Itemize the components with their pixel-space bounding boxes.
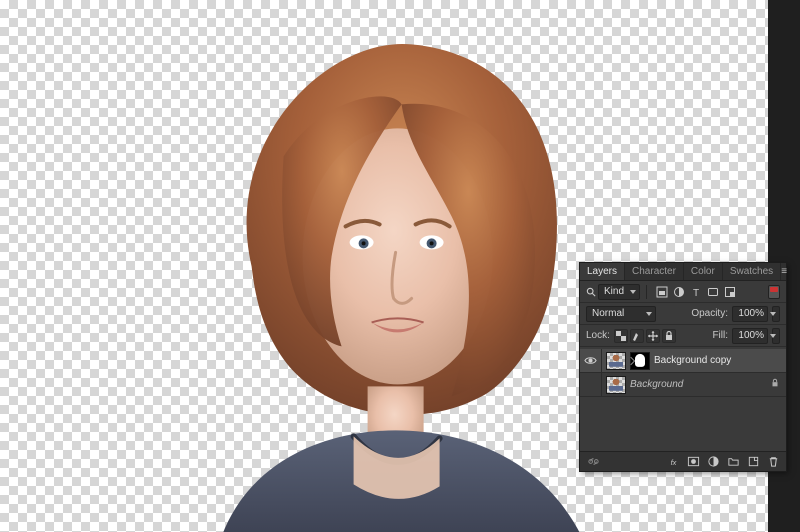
link-layers-icon[interactable]: [584, 454, 602, 470]
visibility-toggle[interactable]: [580, 373, 602, 397]
svg-text:T: T: [693, 288, 699, 298]
lock-icons: [614, 329, 676, 343]
lock-pixels-icon[interactable]: [630, 329, 644, 343]
search-icon: [586, 287, 596, 297]
filter-toggle-switch[interactable]: [768, 285, 780, 299]
panel-tabs: Layers Character Color Swatches ≡: [580, 263, 786, 281]
tab-swatches[interactable]: Swatches: [723, 263, 781, 280]
eye-icon: [584, 354, 597, 367]
layer-row[interactable]: Background copy: [580, 349, 786, 373]
blend-row: Normal Opacity: 100%: [580, 303, 786, 325]
lock-all-icon[interactable]: [662, 329, 676, 343]
lock-row: Lock: Fill: 100%: [580, 325, 786, 347]
blend-mode-select[interactable]: Normal: [586, 306, 656, 322]
lock-position-icon[interactable]: [646, 329, 660, 343]
layers-empty-area[interactable]: [580, 397, 786, 449]
tab-character[interactable]: Character: [625, 263, 684, 280]
add-mask-icon[interactable]: [684, 454, 702, 470]
svg-text:fx: fx: [670, 458, 676, 467]
layers-list: Background copy Background: [580, 347, 786, 451]
layer-name[interactable]: Background: [630, 379, 766, 390]
visibility-toggle[interactable]: [580, 349, 602, 373]
new-group-icon[interactable]: [724, 454, 742, 470]
lock-icon: [770, 378, 780, 391]
filter-shape-icon[interactable]: [706, 285, 720, 299]
tab-color[interactable]: Color: [684, 263, 723, 280]
tab-layers[interactable]: Layers: [580, 263, 625, 280]
layer-filter-row: Kind T: [580, 281, 786, 303]
fill-input[interactable]: 100%: [732, 328, 768, 344]
filter-pixel-icon[interactable]: [655, 285, 669, 299]
opacity-arrow[interactable]: [772, 306, 780, 322]
new-layer-icon[interactable]: [744, 454, 762, 470]
panel-footer: fx: [580, 451, 786, 471]
new-adjustment-icon[interactable]: [704, 454, 722, 470]
delete-layer-icon[interactable]: [764, 454, 782, 470]
filter-type-icons: T: [655, 285, 737, 299]
layer-row[interactable]: Background: [580, 373, 786, 397]
filter-adjust-icon[interactable]: [672, 285, 686, 299]
separator: [646, 285, 647, 299]
fx-icon[interactable]: fx: [664, 454, 682, 470]
app-stage: Layers Character Color Swatches ≡ Kind T: [0, 0, 800, 532]
fill-arrow[interactable]: [772, 328, 780, 344]
layer-thumbnail[interactable]: [606, 376, 626, 394]
lock-transparency-icon[interactable]: [614, 329, 628, 343]
panel-menu-button[interactable]: ≡: [781, 263, 787, 280]
opacity-label: Opacity:: [691, 308, 728, 319]
layers-panel: Layers Character Color Swatches ≡ Kind T: [580, 263, 786, 471]
filter-kind-select[interactable]: Kind: [598, 284, 640, 300]
layer-thumbnail[interactable]: [606, 352, 626, 370]
menu-icon: ≡: [781, 267, 787, 277]
layer-mask-thumbnail[interactable]: [630, 352, 650, 370]
layer-name[interactable]: Background copy: [654, 355, 780, 366]
filter-type-icon[interactable]: T: [689, 285, 703, 299]
filter-smart-icon[interactable]: [723, 285, 737, 299]
opacity-input[interactable]: 100%: [732, 306, 768, 322]
fill-label: Fill:: [712, 330, 728, 341]
lock-label: Lock:: [586, 330, 610, 341]
eye-icon: [584, 378, 597, 391]
